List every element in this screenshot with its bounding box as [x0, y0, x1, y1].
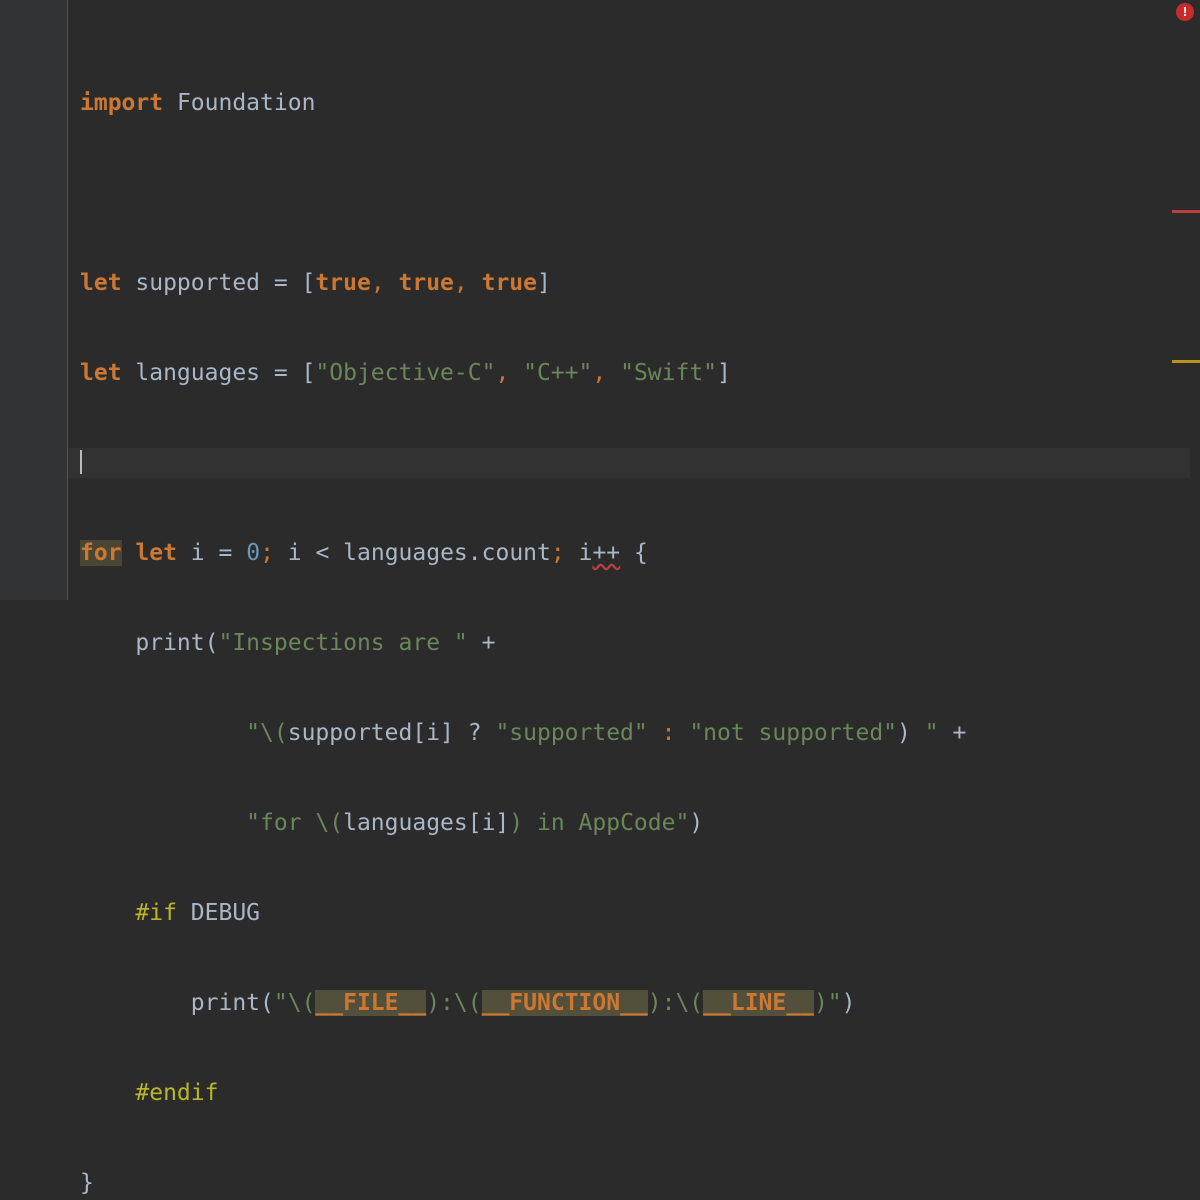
code-line-3: let supported = [true, true, true] — [80, 268, 1170, 298]
code-line-11: print("\(__FILE__):\(__FUNCTION__):\(__L… — [80, 988, 1170, 1018]
current-line[interactable] — [68, 448, 1190, 478]
line-gutter[interactable] — [0, 0, 68, 600]
code-text: languages = [ — [121, 360, 316, 386]
code-text: ] — [717, 360, 731, 386]
punctuation: , — [453, 270, 482, 296]
code-line-13: } — [80, 1168, 1170, 1198]
string-literal: ):\( — [647, 990, 704, 1016]
string-literal: "Objective-C" — [315, 360, 496, 386]
punctuation: ; — [260, 540, 274, 566]
code-line-10: #if DEBUG — [80, 898, 1170, 928]
keyword: import — [80, 90, 164, 116]
code-text: i < languages.count — [273, 540, 551, 566]
keyword: true — [481, 270, 537, 296]
string-literal: ) — [509, 810, 524, 836]
macro-identifier: __FILE__ — [315, 990, 427, 1016]
code-text: supported[i] ? — [287, 720, 496, 746]
string-literal: "C++" — [523, 360, 593, 386]
keyword: let — [80, 270, 122, 296]
preprocessor-directive: #endif — [135, 1080, 219, 1106]
string-literal: "Inspections are " — [218, 630, 468, 656]
punctuation: , — [495, 360, 524, 386]
function-call: print( — [190, 990, 274, 1016]
keyword: let — [135, 540, 177, 566]
string-literal: "Swift" — [620, 360, 718, 386]
code-line-4: let languages = ["Objective-C", "C++", "… — [80, 358, 1170, 388]
code-text: languages[i] — [343, 810, 510, 836]
keyword: let — [80, 360, 122, 386]
macro-identifier: __LINE__ — [703, 990, 814, 1016]
code-line-9: "for \(languages[i]) in AppCode") — [80, 808, 1170, 838]
code-text: ) — [841, 990, 856, 1016]
code-text: supported = [ — [121, 270, 316, 296]
function-call: print( — [135, 630, 219, 656]
string-literal: in AppCode" — [523, 810, 690, 836]
identifier: Foundation — [163, 90, 316, 116]
error-icon[interactable]: ! — [1176, 3, 1194, 21]
code-text: DEBUG — [176, 900, 261, 926]
keyword: true — [398, 270, 454, 296]
keyword-highlighted: for — [80, 540, 122, 566]
preprocessor-directive: #if — [135, 900, 177, 926]
string-literal: )" — [813, 990, 842, 1016]
string-literal: ):\( — [426, 990, 482, 1016]
code-line-6: for let i = 0; i < languages.count; i++ … — [80, 538, 1170, 568]
string-literal: " — [910, 720, 939, 746]
macro-identifier: __FUNCTION__ — [481, 990, 648, 1016]
string-literal: "for \( — [246, 810, 344, 836]
punctuation: ; — [550, 540, 565, 566]
code-line-1: import Foundation — [80, 88, 1170, 118]
punctuation: , — [370, 270, 399, 296]
code-text: + — [938, 720, 967, 746]
string-literal: "\( — [246, 720, 288, 746]
code-line-7: print("Inspections are " + — [80, 628, 1170, 658]
warning-stripe-marker[interactable] — [1172, 360, 1200, 363]
code-area[interactable]: import Foundation let supported = [true,… — [68, 28, 1190, 1200]
code-text: + — [467, 630, 496, 656]
code-text: ) — [689, 810, 704, 836]
string-literal: "supported" — [495, 720, 648, 746]
code-line-8: "\(supported[i] ? "supported" : "not sup… — [80, 718, 1170, 748]
error-stripe-marker[interactable] — [1172, 210, 1200, 213]
code-text: ] — [537, 270, 551, 296]
number-literal: 0 — [246, 540, 261, 566]
code-text: i — [578, 540, 593, 566]
string-literal: "not supported" — [689, 720, 898, 746]
keyword: true — [315, 270, 371, 296]
code-text: { — [620, 540, 648, 566]
text-caret — [80, 449, 82, 474]
code-editor[interactable]: ! import Foundation let supported = [tru… — [0, 0, 1200, 1196]
punctuation: : — [647, 720, 690, 746]
code-text: ) — [897, 720, 911, 746]
code-line-12: #endif — [80, 1078, 1170, 1108]
code-text: i = — [176, 540, 247, 566]
punctuation: , — [592, 360, 621, 386]
error-squiggle[interactable]: ++ — [592, 540, 620, 566]
closing-brace: } — [80, 1170, 94, 1196]
string-literal: "\( — [273, 990, 316, 1016]
